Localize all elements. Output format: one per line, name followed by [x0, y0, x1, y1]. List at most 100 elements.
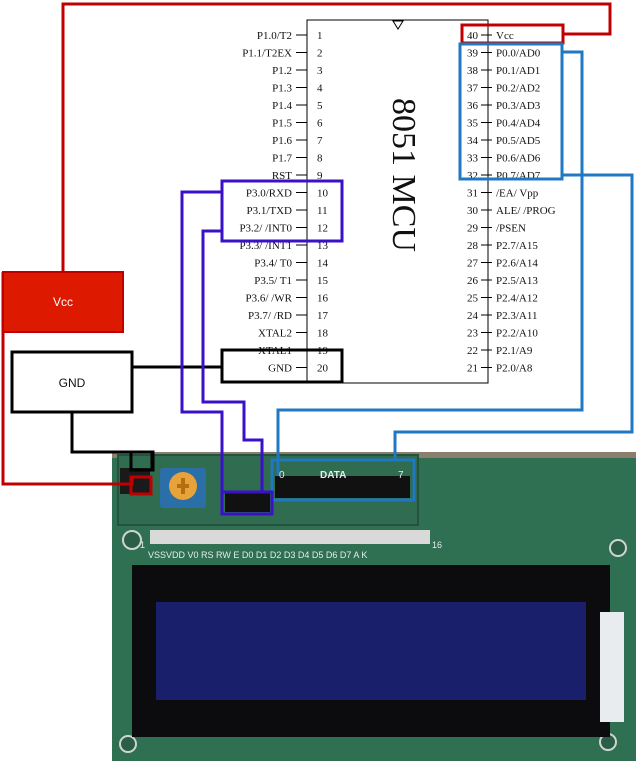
- mcu-pin-label: P1.6: [272, 135, 292, 147]
- vcc-box-label: Vcc: [53, 295, 73, 309]
- mcu-pin-number: 22: [467, 345, 478, 357]
- mcu-pin-number: 18: [317, 328, 329, 340]
- mcu-pin-label: P3.5/ T1: [254, 275, 292, 287]
- lcd-pin-row: [150, 530, 430, 544]
- mcu-pin-26: 26 P2.5/A13: [467, 275, 538, 287]
- mcu-pin-label: P3.7/ /RD: [248, 310, 292, 322]
- control-header: [225, 492, 270, 512]
- mcu-pin-label: P2.3/A11: [496, 310, 537, 322]
- mcu-pin-number: 34: [467, 135, 479, 147]
- mcu-pin-label: P3.6/ /WR: [246, 293, 293, 305]
- mcu-pin-label: P0.4/AD4: [496, 118, 541, 130]
- power-header: [120, 468, 150, 494]
- lcd-pin-first: 1: [140, 540, 145, 550]
- screw-hole-bottom-left: [119, 735, 137, 753]
- mcu-pin-number: 36: [467, 100, 479, 112]
- mcu-pin-number: 33: [467, 153, 479, 165]
- mcu-pin-label: /PSEN: [496, 223, 526, 235]
- mcu-pin-number: 6: [317, 118, 323, 130]
- mcu-pin-label: P3.1/TXD: [246, 205, 292, 217]
- mcu-pin-label: XTAL2: [258, 328, 292, 340]
- mcu-pin-number: 31: [467, 188, 478, 200]
- mcu-pin-label: P3.0/RXD: [246, 188, 292, 200]
- mcu-pin-37: 37 P0.2/AD2: [467, 83, 540, 95]
- mcu-pin-number: 25: [467, 293, 479, 305]
- potentiometer: [160, 468, 206, 508]
- mcu-pin-label: P0.0/AD0: [496, 48, 541, 60]
- mcu-pin-20: GND 20: [268, 363, 328, 375]
- mcu-pin-27: 27 P2.6/A14: [467, 258, 538, 270]
- mcu-pin-40: 40 Vcc: [467, 30, 514, 42]
- mcu-pin-number: 12: [317, 223, 328, 235]
- mcu-pin-18: XTAL2 18: [258, 328, 328, 340]
- mcu-pin-label: P1.3: [272, 83, 292, 95]
- lcd-pin-last: 16: [432, 540, 442, 550]
- mcu-pin-number: 5: [317, 100, 323, 112]
- mcu-pin-10: P3.0/RXD 10: [246, 188, 329, 200]
- screw-hole-left: [122, 530, 142, 550]
- mcu-pin-label: /EA/ Vpp: [496, 188, 539, 200]
- mcu-pin-label: P1.4: [272, 100, 292, 112]
- mcu-pin-label: P2.5/A13: [496, 275, 538, 287]
- mcu-title: 8051 MCU: [385, 98, 422, 252]
- lcd-module: 0 DATA 7 1 16 VSSVDD V0 RS RW E D0 D1 D2…: [112, 452, 636, 761]
- mcu-pin-label: P0.1/AD1: [496, 65, 540, 77]
- mcu-pin-number: 23: [467, 328, 479, 340]
- mcu-pin-label: P2.4/A12: [496, 293, 538, 305]
- lcd-glass: [156, 602, 586, 700]
- lcd-glass-highlight: [600, 612, 624, 722]
- mcu-pin-number: 40: [467, 30, 479, 42]
- mcu-pin-number: 10: [317, 188, 329, 200]
- mcu-pin-number: 30: [467, 205, 479, 217]
- mcu-chip: 8051 MCU P1.0/T2 1 P1.1/T2EX 2 P1.2 3 P1.3 4 P1.…: [239, 19, 556, 384]
- mcu-pin-number: 24: [467, 310, 479, 322]
- mcu-pin-label: P1.1/T2EX: [242, 48, 292, 60]
- mcu-pin-23: 23 P2.2/A10: [467, 328, 538, 340]
- mcu-pin-number: 35: [467, 118, 479, 130]
- mcu-pin-number: 14: [317, 258, 329, 270]
- mcu-pin-label: GND: [268, 363, 292, 375]
- header-data-label: DATA: [320, 470, 346, 481]
- mcu-pin-number: 26: [467, 275, 479, 287]
- mcu-pin-number: 27: [467, 258, 479, 270]
- mcu-pin-22: 22 P2.1/A9: [467, 345, 533, 357]
- mcu-pin-15: P3.5/ T1 15: [254, 275, 328, 287]
- mcu-pin-28: 28 P2.7/A15: [467, 240, 538, 252]
- mcu-pin-label: Vcc: [496, 30, 514, 42]
- mcu-pin-label: P0.5/AD5: [496, 135, 541, 147]
- mcu-pin-number: 2: [317, 48, 323, 60]
- mcu-pin-label: P0.6/AD6: [496, 153, 541, 165]
- mcu-pin-label: P2.2/A10: [496, 328, 538, 340]
- header-right-mark: 7: [398, 470, 404, 481]
- mcu-pin-number: 16: [317, 293, 329, 305]
- mcu-pin-25: 25 P2.4/A12: [467, 293, 538, 305]
- mcu-pin-14: P3.4/ T0 14: [254, 258, 328, 270]
- mcu-pin-number: 17: [317, 310, 329, 322]
- mcu-pin-number: 11: [317, 205, 328, 217]
- mcu-pin-number: 38: [467, 65, 479, 77]
- mcu-pin-number: 3: [317, 65, 323, 77]
- mcu-pin-number: 28: [467, 240, 479, 252]
- mcu-pin-label: P0.3/AD3: [496, 100, 541, 112]
- mcu-pin-label: P3.2/ /INT0: [239, 223, 292, 235]
- mcu-pin-number: 8: [317, 153, 323, 165]
- mcu-pin-label: P2.7/A15: [496, 240, 538, 252]
- mcu-pin-label: P3.4/ T0: [254, 258, 292, 270]
- mcu-pin-38: 38 P0.1/AD1: [467, 65, 540, 77]
- screw-hole-right: [609, 539, 627, 557]
- mcu-pin-label: P2.0/A8: [496, 363, 533, 375]
- lcd-pin-names: VSSVDD V0 RS RW E D0 D1 D2 D3 D4 D5 D6 D…: [148, 550, 367, 560]
- header-left-mark: 0: [279, 470, 285, 481]
- mcu-pin-label: P2.1/A9: [496, 345, 533, 357]
- mcu-pin-21: 21 P2.0/A8: [467, 363, 533, 375]
- mcu-pin-number: 1: [317, 30, 323, 42]
- mcu-pin-number: 20: [317, 363, 329, 375]
- mcu-pin-number: 39: [467, 48, 479, 60]
- mcu-pin-label: P1.0/T2: [257, 30, 292, 42]
- mcu-pin-31: 31/EA/ Vpp: [467, 188, 539, 200]
- mcu-pin-number: 21: [467, 363, 478, 375]
- mcu-pin-number: 7: [317, 135, 323, 147]
- gnd-box-label: GND: [59, 376, 86, 390]
- mcu-pin-29: 29/PSEN: [467, 223, 526, 235]
- mcu-pin-number: 29: [467, 223, 479, 235]
